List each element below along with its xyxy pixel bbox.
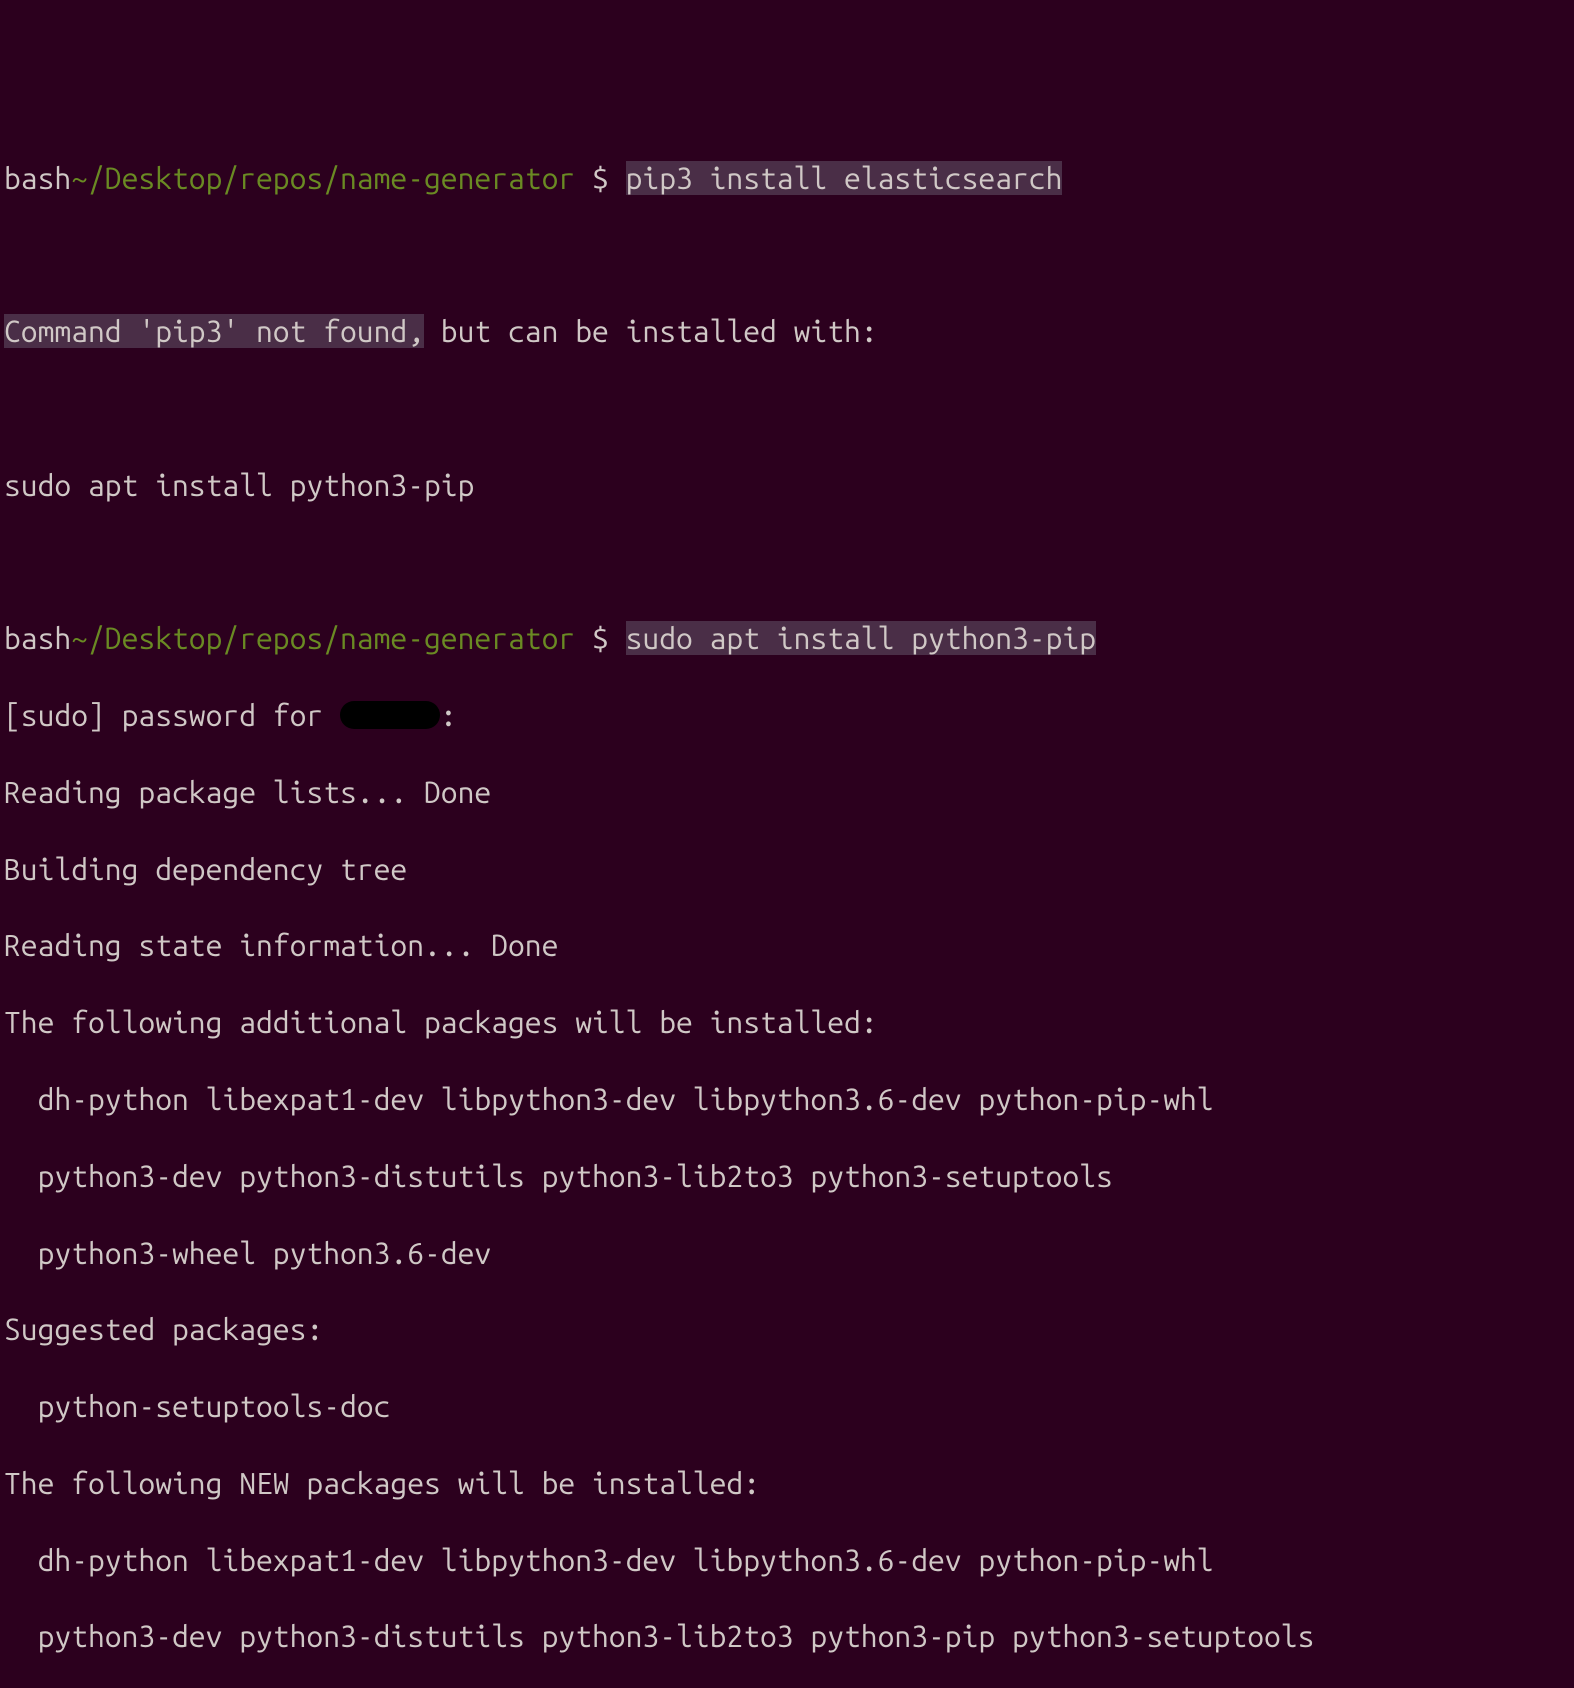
apt-output-line: The following additional packages will b… <box>4 1003 1570 1041</box>
apt-output-line: python3-dev python3-distutils python3-li… <box>4 1157 1570 1195</box>
apt-output-line: The following NEW packages will be insta… <box>4 1464 1570 1502</box>
apt-output-line: Reading state information... Done <box>4 926 1570 964</box>
prompt-path: ~/Desktop/repos/name-generator <box>71 161 575 195</box>
error-prefix: Command 'pip3' not found, <box>4 314 424 348</box>
prompt-line-1[interactable]: bash~/Desktop/repos/name-generator $ pip… <box>4 159 1570 197</box>
prompt-dollar: $ <box>575 621 625 655</box>
apt-output-line: python3-dev python3-distutils python3-li… <box>4 1617 1570 1655</box>
blank-line <box>4 542 1570 580</box>
apt-output-line: python3-wheel python3.6-dev <box>4 1234 1570 1272</box>
prompt-dollar: $ <box>575 161 625 195</box>
suggestion-text: sudo apt install python3-pip <box>4 468 474 502</box>
suggestion-line: sudo apt install python3-pip <box>4 466 1570 504</box>
blank-line <box>4 235 1570 273</box>
prompt-path: ~/Desktop/repos/name-generator <box>71 621 575 655</box>
command-2: sudo apt install python3-pip <box>626 621 1096 655</box>
sudo-password-line: [sudo] password for : <box>4 696 1570 734</box>
blank-line <box>4 389 1570 427</box>
apt-output-line: python-setuptools-doc <box>4 1387 1570 1425</box>
command-1: pip3 install elasticsearch <box>626 161 1063 195</box>
apt-output-line: Reading package lists... Done <box>4 773 1570 811</box>
apt-output-line: Building dependency tree <box>4 850 1570 888</box>
sudo-password-colon: : <box>440 698 457 732</box>
prompt-line-2[interactable]: bash~/Desktop/repos/name-generator $ sud… <box>4 619 1570 657</box>
sudo-password-label: [sudo] password for <box>4 698 340 732</box>
error-line: Command 'pip3' not found, but can be ins… <box>4 312 1570 350</box>
redacted-username <box>340 701 440 729</box>
error-suffix: but can be installed with: <box>424 314 878 348</box>
prompt-shell: bash <box>4 621 71 655</box>
apt-output-line: dh-python libexpat1-dev libpython3-dev l… <box>4 1541 1570 1579</box>
prompt-shell: bash <box>4 161 71 195</box>
apt-output-line: Suggested packages: <box>4 1310 1570 1348</box>
apt-output-line: dh-python libexpat1-dev libpython3-dev l… <box>4 1080 1570 1118</box>
